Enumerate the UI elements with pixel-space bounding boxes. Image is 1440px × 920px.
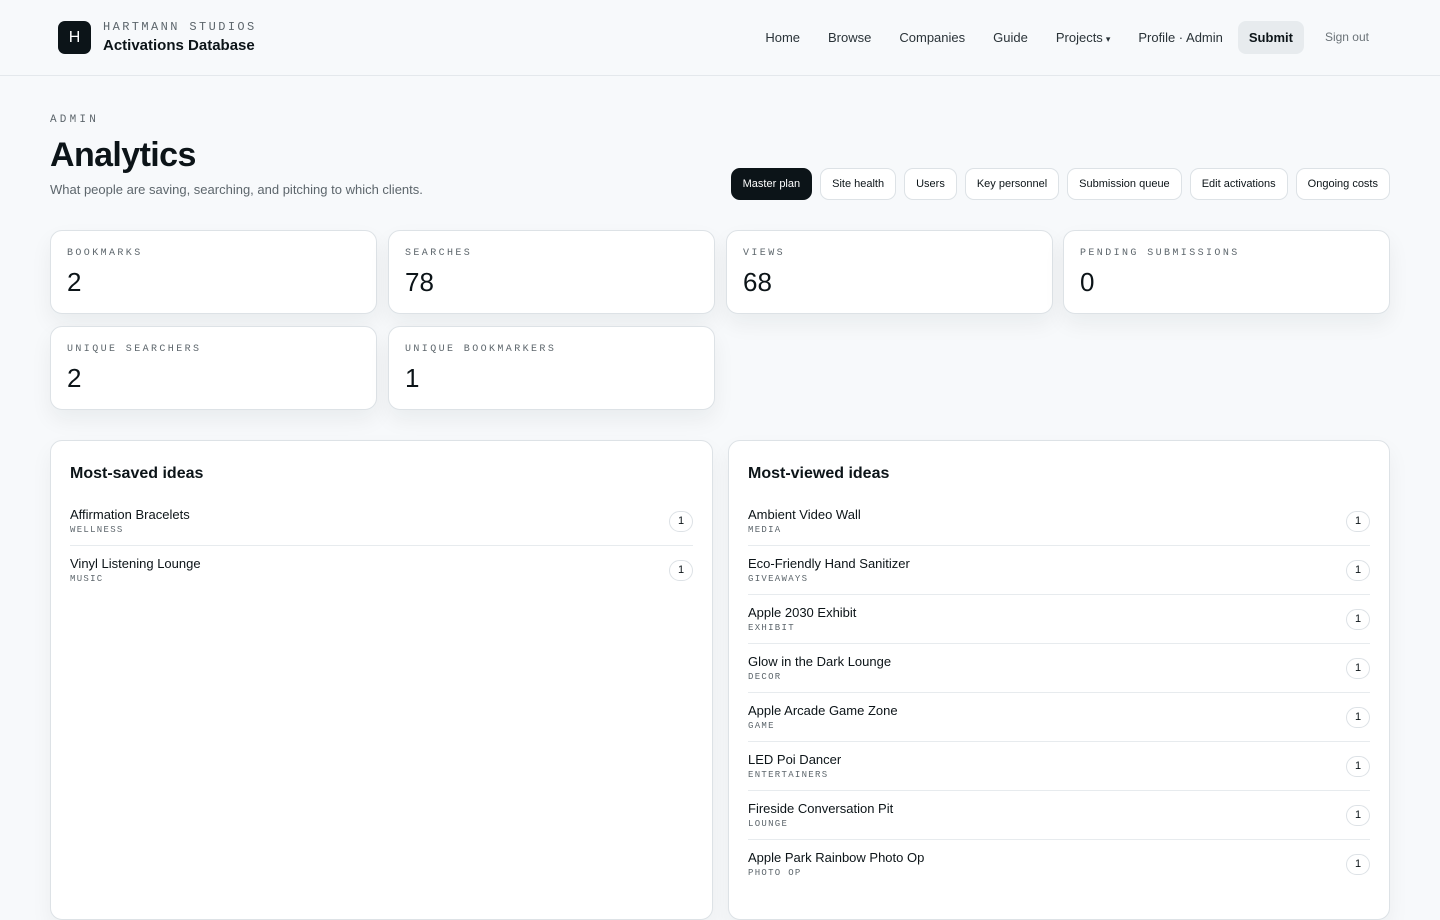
idea-name: Apple Park Rainbow Photo Op: [748, 850, 925, 865]
stat-card-searches: SEARCHES 78: [388, 230, 715, 314]
idea-name: LED Poi Dancer: [748, 752, 842, 767]
idea-name: Apple Arcade Game Zone: [748, 703, 898, 718]
stat-value: 2: [67, 363, 82, 393]
stat-value: 78: [405, 267, 434, 297]
idea-category: GAME: [748, 721, 775, 731]
panel-title: Most-viewed ideas: [748, 465, 890, 482]
count-badge: 1: [1346, 805, 1370, 826]
count-badge: 1: [1346, 756, 1370, 777]
most-viewed-list: Ambient Video Wall MEDIA 1 Eco-Friendly …: [748, 497, 1370, 889]
nav-browse[interactable]: Browse: [815, 21, 884, 54]
stat-label: BOOKMARKS: [67, 248, 143, 259]
count-badge: 1: [669, 560, 693, 581]
count-badge: 1: [1346, 560, 1370, 581]
idea-category: PHOTO OP: [748, 868, 802, 878]
stat-card-views: VIEWS 68: [726, 230, 1053, 314]
sign-out-link[interactable]: Sign out: [1312, 21, 1382, 54]
idea-name: Ambient Video Wall: [748, 507, 861, 522]
stat-value: 2: [67, 267, 82, 297]
count-badge: 1: [1346, 609, 1370, 630]
chevron-down-icon: ▾: [1105, 34, 1111, 44]
tab-site-health[interactable]: Site health: [820, 168, 897, 200]
most-saved-panel: Most-saved ideas Affirmation Bracelets W…: [50, 440, 713, 920]
stat-value: 0: [1080, 267, 1095, 297]
list-item[interactable]: Apple Park Rainbow Photo Op PHOTO OP 1: [748, 840, 1370, 889]
nav-guide[interactable]: Guide: [980, 21, 1041, 54]
nav-projects-label: Projects: [1055, 30, 1103, 45]
count-badge: 1: [669, 511, 693, 532]
stat-card-bookmarks: BOOKMARKS 2: [50, 230, 377, 314]
list-item[interactable]: Fireside Conversation Pit LOUNGE 1: [748, 791, 1370, 840]
list-item[interactable]: Apple Arcade Game Zone GAME 1: [748, 693, 1370, 742]
stat-label: SEARCHES: [405, 248, 473, 259]
nav-submit-button[interactable]: Submit: [1237, 21, 1304, 54]
idea-name: Fireside Conversation Pit: [748, 801, 894, 816]
brand-company-name: HARTMANN STUDIOS: [103, 20, 257, 34]
top-bar: H HARTMANN STUDIOS Activations Database …: [0, 0, 1440, 76]
stat-label: UNIQUE SEARCHERS: [67, 344, 202, 355]
idea-category: EXHIBIT: [748, 623, 795, 633]
idea-category: DECOR: [748, 672, 782, 682]
stat-value: 68: [743, 267, 772, 297]
tab-submission-queue[interactable]: Submission queue: [1067, 168, 1182, 200]
count-badge: 1: [1346, 854, 1370, 875]
idea-name: Vinyl Listening Lounge: [70, 556, 201, 571]
list-item[interactable]: Apple 2030 Exhibit EXHIBIT 1: [748, 595, 1370, 644]
stat-label: VIEWS: [743, 248, 786, 259]
idea-category: MUSIC: [70, 574, 104, 584]
idea-name: Eco-Friendly Hand Sanitizer: [748, 556, 910, 571]
idea-category: ENTERTAINERS: [748, 770, 829, 780]
list-item[interactable]: Eco-Friendly Hand Sanitizer GIVEAWAYS 1: [748, 546, 1370, 595]
tab-edit-activations[interactable]: Edit activations: [1189, 168, 1288, 200]
list-item[interactable]: LED Poi Dancer ENTERTAINERS 1: [748, 742, 1370, 791]
count-badge: 1: [1346, 658, 1370, 679]
most-viewed-panel: Most-viewed ideas Ambient Video Wall MED…: [728, 440, 1390, 920]
stat-value: 1: [405, 363, 420, 393]
stat-card-pending-submissions: PENDING SUBMISSIONS 0: [1063, 230, 1390, 314]
page-subtitle: What people are saving, searching, and p…: [50, 182, 423, 197]
idea-category: WELLNESS: [70, 525, 124, 535]
nav-profile[interactable]: Profile · Admin: [1125, 21, 1236, 54]
tab-ongoing-costs[interactable]: Ongoing costs: [1295, 168, 1390, 200]
nav-home[interactable]: Home: [752, 21, 813, 54]
idea-category: MEDIA: [748, 525, 782, 535]
list-item[interactable]: Glow in the Dark Lounge DECOR 1: [748, 644, 1370, 693]
tab-master-plan[interactable]: Master plan: [730, 168, 813, 200]
stat-label: PENDING SUBMISSIONS: [1080, 248, 1240, 259]
page-eyebrow: ADMIN: [50, 114, 100, 126]
list-item[interactable]: Vinyl Listening Lounge MUSIC 1: [70, 546, 693, 595]
page-title: Analytics: [50, 136, 196, 174]
idea-category: LOUNGE: [748, 819, 789, 829]
count-badge: 1: [1346, 707, 1370, 728]
stat-label: UNIQUE BOOKMARKERS: [405, 344, 557, 355]
panel-title: Most-saved ideas: [70, 465, 204, 482]
list-item[interactable]: Affirmation Bracelets WELLNESS 1: [70, 497, 693, 546]
brand-app-name[interactable]: Activations Database: [103, 37, 255, 54]
admin-tabs: Master plan Site health Users Key person…: [730, 168, 1390, 200]
nav-companies[interactable]: Companies: [886, 21, 978, 54]
logo-mark[interactable]: H: [58, 21, 91, 54]
main-nav: Home Browse Companies Guide Projects ▾ Pr…: [752, 21, 1382, 54]
idea-category: GIVEAWAYS: [748, 574, 809, 584]
count-badge: 1: [1346, 511, 1370, 532]
idea-name: Apple 2030 Exhibit: [748, 605, 857, 620]
stat-card-unique-bookmarkers: UNIQUE BOOKMARKERS 1: [388, 326, 715, 410]
stat-card-unique-searchers: UNIQUE SEARCHERS 2: [50, 326, 377, 410]
tab-key-personnel[interactable]: Key personnel: [964, 168, 1060, 200]
most-saved-list: Affirmation Bracelets WELLNESS 1 Vinyl L…: [70, 497, 693, 595]
nav-projects-dropdown[interactable]: Projects ▾: [1043, 21, 1124, 54]
idea-name: Glow in the Dark Lounge: [748, 654, 892, 669]
list-item[interactable]: Ambient Video Wall MEDIA 1: [748, 497, 1370, 546]
idea-name: Affirmation Bracelets: [70, 507, 190, 522]
tab-users[interactable]: Users: [904, 168, 957, 200]
